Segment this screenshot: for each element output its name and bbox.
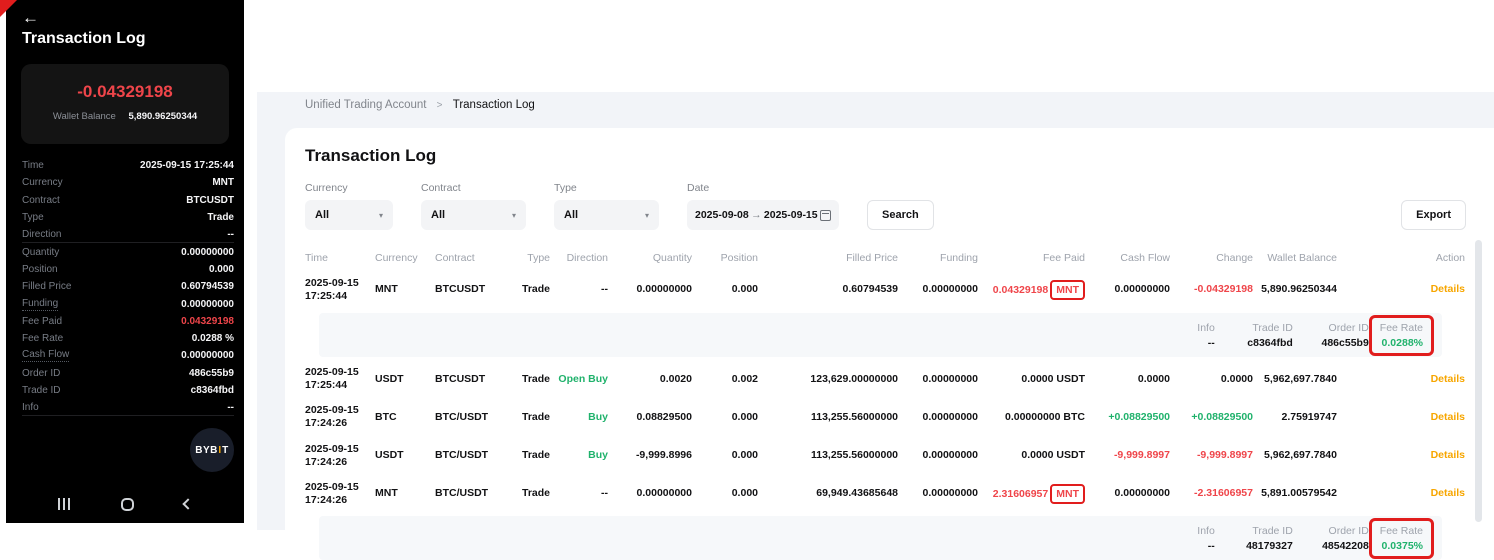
currency-filter-label: Currency bbox=[305, 182, 393, 194]
fee-paid-cell: 0.0000 USDT bbox=[978, 373, 1085, 386]
currency-select[interactable]: All ▾ bbox=[305, 200, 393, 230]
contract-select[interactable]: All ▾ bbox=[421, 200, 526, 230]
detail-row-filled-price: Filled Price0.60794539 bbox=[22, 278, 234, 295]
table-header: TimeCurrency ContractType DirectionQuant… bbox=[305, 246, 1466, 270]
date-start: 2025-09-08 bbox=[695, 209, 749, 221]
details-link[interactable]: Details bbox=[1337, 373, 1465, 386]
back-arrow-icon[interactable]: ← bbox=[22, 8, 39, 28]
detail-row-fee-paid: Fee Paid0.04329198 bbox=[22, 313, 234, 330]
export-button[interactable]: Export bbox=[1401, 200, 1466, 230]
date-arrow-icon: → bbox=[751, 209, 762, 221]
page-title: Transaction Log bbox=[305, 146, 1466, 166]
filter-bar: Currency All ▾ Contract All ▾ Type All ▾ bbox=[305, 182, 1466, 230]
expanded-detail-row: Info-- Trade IDc8364fbd Order ID486c55b9… bbox=[319, 313, 1442, 357]
annotation-box-fee-unit: MNT bbox=[1050, 484, 1085, 505]
breadcrumb-current: Transaction Log bbox=[453, 99, 535, 111]
annotation-box-fee-unit: MNT bbox=[1050, 280, 1085, 301]
fee-paid-cell: 0.0000 USDT bbox=[978, 449, 1085, 462]
details-link[interactable]: Details bbox=[1337, 449, 1465, 462]
table-row: 2025-09-1517:24:26 BTC BTC/USDT Trade Bu… bbox=[305, 398, 1466, 436]
detail-row-order-id: Order ID486c55b9 bbox=[22, 365, 234, 382]
search-button[interactable]: Search bbox=[867, 200, 934, 230]
date-range-picker[interactable]: 2025-09-08 → 2025-09-15 bbox=[687, 200, 839, 230]
contract-filter-label: Contract bbox=[421, 182, 526, 194]
expanded-detail-row: Info-- Trade ID48179327 Order ID48542208… bbox=[319, 516, 1442, 560]
android-nav-bar bbox=[6, 491, 244, 517]
detail-row-funding: Funding0.00000000 bbox=[22, 295, 234, 312]
breadcrumb: Unified Trading Account > Transaction Lo… bbox=[305, 99, 535, 111]
nav-back-icon[interactable] bbox=[182, 498, 193, 509]
table-row: 2025-09-1517:25:44 USDT BTCUSDT Trade Op… bbox=[305, 360, 1466, 398]
transaction-log-card: Transaction Log Currency All ▾ Contract … bbox=[285, 128, 1494, 538]
detail-row-currency: CurrencyMNT bbox=[22, 174, 234, 191]
fee-paid-cell: 2.31606957MNT bbox=[978, 484, 1085, 505]
recents-icon[interactable] bbox=[58, 498, 70, 510]
fee-paid-cell: 0.04329198MNT bbox=[978, 280, 1085, 301]
web-transaction-log-page: Unified Trading Account > Transaction Lo… bbox=[257, 0, 1494, 530]
detail-row-fee-rate: Fee Rate0.0288 % bbox=[22, 330, 234, 347]
transaction-table: TimeCurrency ContractType DirectionQuant… bbox=[305, 246, 1466, 560]
detail-row-position: Position0.000 bbox=[22, 261, 234, 278]
details-link[interactable]: Details bbox=[1337, 411, 1465, 424]
date-end: 2025-09-15 bbox=[764, 209, 818, 221]
calendar-icon bbox=[820, 210, 831, 221]
details-link[interactable]: Details bbox=[1337, 283, 1465, 296]
phone-page-title: Transaction Log bbox=[22, 30, 146, 48]
table-row: 2025-09-1517:24:26 MNT BTC/USDT Trade --… bbox=[305, 475, 1466, 513]
transaction-detail-list: Time2025-09-15 17:25:44 CurrencyMNT Cont… bbox=[22, 157, 234, 416]
fee-amount: -0.04329198 bbox=[21, 82, 229, 102]
chevron-down-icon: ▾ bbox=[379, 211, 383, 220]
detail-row-type: TypeTrade bbox=[22, 209, 234, 226]
breadcrumb-parent-link[interactable]: Unified Trading Account bbox=[305, 99, 426, 111]
annotation-box-fee-rate: Fee Rate0.0375% bbox=[1369, 518, 1434, 559]
home-icon[interactable] bbox=[121, 498, 134, 511]
annotation-box-fee-rate: Fee Rate0.0288% bbox=[1369, 315, 1434, 356]
chevron-down-icon: ▾ bbox=[645, 211, 649, 220]
detail-row-direction: Direction-- bbox=[22, 226, 234, 243]
fee-summary-card: -0.04329198 Wallet Balance 5,890.9625034… bbox=[21, 64, 229, 144]
detail-row-contract: ContractBTCUSDT bbox=[22, 192, 234, 209]
bybit-logo: BYBIT bbox=[190, 428, 234, 472]
table-row: 2025-09-1517:24:26 USDT BTC/USDT Trade B… bbox=[305, 437, 1466, 475]
table-row: 2025-09-1517:25:44 MNT BTCUSDT Trade -- … bbox=[305, 270, 1466, 310]
detail-row-trade-id: Trade IDc8364fbd bbox=[22, 382, 234, 399]
type-filter-label: Type bbox=[554, 182, 659, 194]
vertical-scrollbar[interactable] bbox=[1475, 240, 1482, 522]
phone-transaction-detail-panel: ← Transaction Log -0.04329198 Wallet Bal… bbox=[6, 0, 244, 523]
type-select[interactable]: All ▾ bbox=[554, 200, 659, 230]
details-link[interactable]: Details bbox=[1337, 487, 1465, 500]
detail-row-quantity: Quantity0.00000000 bbox=[22, 243, 234, 260]
wallet-balance-label: Wallet Balance bbox=[53, 111, 116, 122]
detail-row-cash-flow: Cash Flow0.00000000 bbox=[22, 347, 234, 364]
wallet-balance-value: 5,890.96250344 bbox=[128, 111, 197, 122]
chevron-down-icon: ▾ bbox=[512, 211, 516, 220]
detail-row-time: Time2025-09-15 17:25:44 bbox=[22, 157, 234, 174]
detail-row-info: Info-- bbox=[22, 399, 234, 416]
annotation-corner-marker bbox=[0, 0, 17, 17]
fee-paid-cell: 0.00000000 BTC bbox=[978, 411, 1085, 424]
breadcrumb-separator: > bbox=[437, 100, 443, 111]
date-filter-label: Date bbox=[687, 182, 839, 194]
